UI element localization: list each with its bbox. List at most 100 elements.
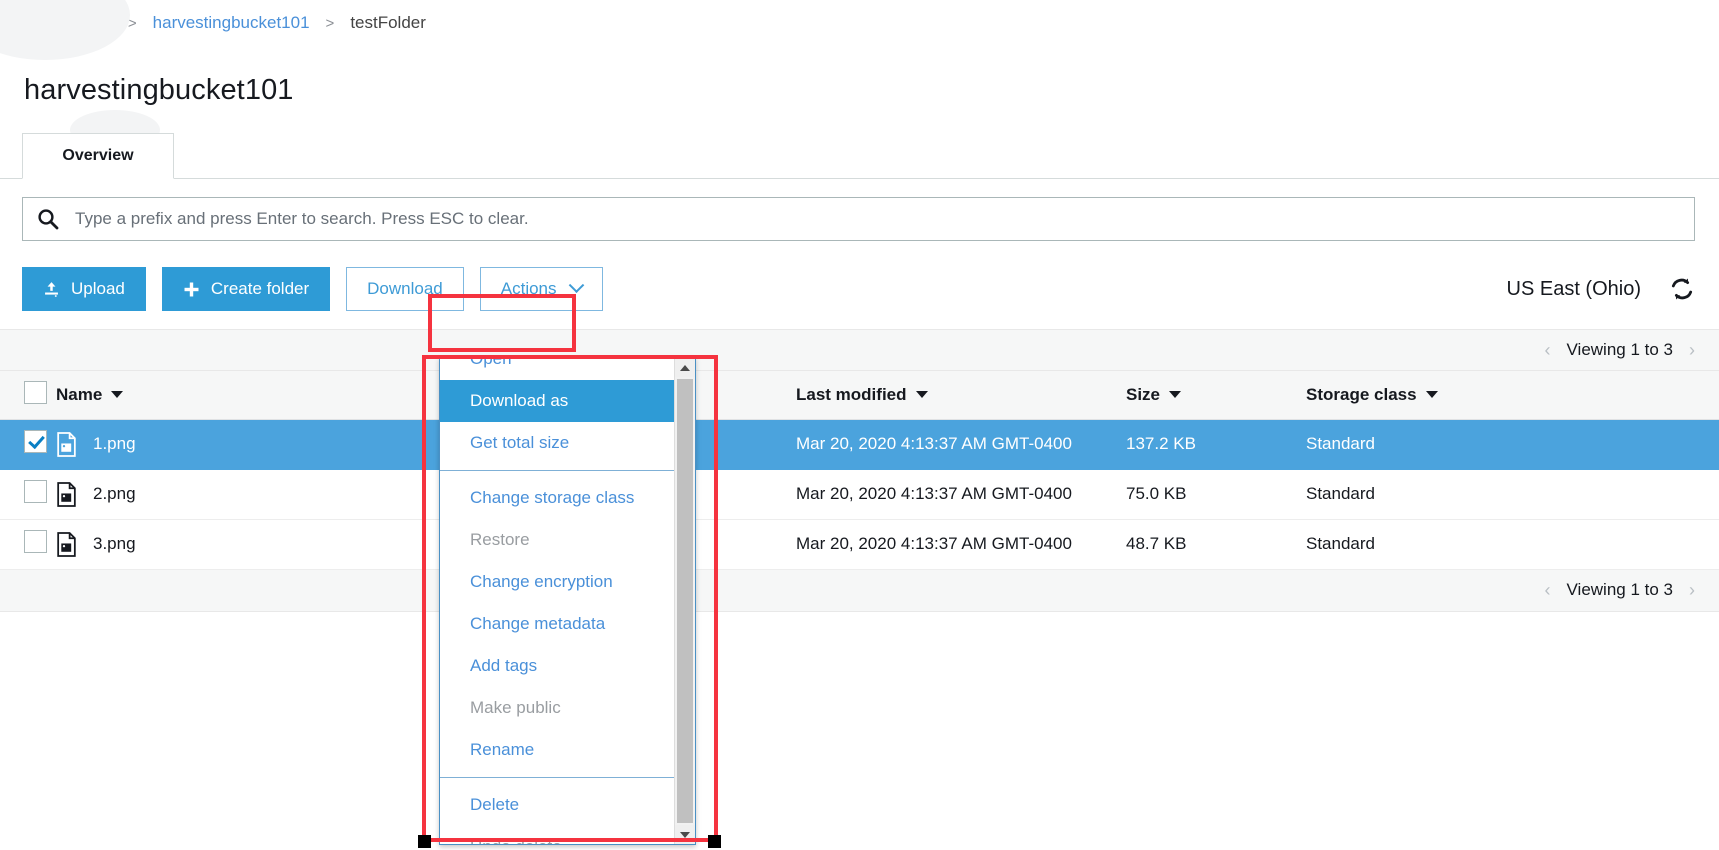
create-folder-button-label: Create folder [210,279,310,298]
actions-menu-item-add-tags[interactable]: Add tags [440,645,674,687]
file-name-label[interactable]: 1.png [93,434,136,454]
file-table: Name Last modified Size Storage class 1.… [0,371,1719,570]
actions-menu-item-delete[interactable]: Delete [440,784,674,826]
file-list-panel: ‹ Viewing 1 to 3 › Name Last modified Si… [0,329,1719,612]
actions-dropdown-menu[interactable]: Open Download as Get total size Change stor… [439,357,696,845]
file-storage-class-cell: Standard [1306,469,1719,520]
breadcrumb-separator: > [127,14,137,32]
selection-handle-bottom-left [418,835,431,848]
selection-handle-bottom-right [708,835,721,848]
table-row[interactable]: 2.png Mar 20, 2020 4:13:37 AM GMT-0400 75.… [0,469,1719,520]
column-header-modified-label: Last modified [796,384,907,404]
scrollbar-thumb[interactable] [677,379,693,823]
column-header-storage-class[interactable]: Storage class [1306,371,1719,420]
upload-button[interactable]: Upload [22,267,146,311]
upload-button-label: Upload [71,279,125,298]
breadcrumb-separator-2: > [325,14,335,32]
row-select-cell [0,469,56,520]
breadcrumb-root[interactable]: Amazon S3 [24,13,112,33]
sort-caret-icon [1425,391,1438,399]
pager-next-bottom[interactable]: › [1689,580,1695,601]
file-modified-cell: Mar 20, 2020 4:13:37 AM GMT-0400 [796,419,1126,470]
actions-menu-item-rename[interactable]: Rename [440,729,674,771]
pager-prev-bottom[interactable]: ‹ [1545,580,1551,601]
table-row[interactable]: 1.png Mar 20, 2020 4:13:37 AM GMT-0400 137… [0,419,1719,470]
file-modified-cell: Mar 20, 2020 4:13:37 AM GMT-0400 [796,469,1126,520]
breadcrumb-bucket[interactable]: harvestingbucket101 [153,13,310,33]
actions-menu-item-restore: Restore [470,530,530,549]
file-storage-class-cell: Standard [1306,419,1719,470]
breadcrumb: Amazon S3 > harvestingbucket101 > testFo… [0,0,1719,36]
scroll-down-arrow-icon[interactable] [675,825,695,844]
download-button-label: Download [367,279,443,298]
actions-menu-item-change-storage-class[interactable]: Change storage class [440,477,674,519]
column-header-size[interactable]: Size [1126,371,1306,420]
pager-next-top[interactable]: › [1689,340,1695,361]
actions-menu-item-undo-delete: Undo delete [440,826,674,844]
image-file-icon [56,481,77,507]
menu-separator [440,777,674,778]
actions-menu-item-get-total-size[interactable]: Get total size [440,422,674,464]
actions-dropdown-scrollport: Open Download as Get total size Change stor… [440,358,674,844]
menu-separator [440,470,674,471]
sort-caret-icon [111,391,124,399]
search-area [0,179,1719,241]
plus-icon [183,281,200,298]
actions-menu-item-download-as[interactable]: Download as [440,380,674,422]
actions-menu-item-change-metadata[interactable]: Change metadata [440,603,674,645]
actions-button[interactable]: Actions [479,267,603,311]
pager-top: ‹ Viewing 1 to 3 › [0,329,1719,371]
image-file-icon [56,531,77,557]
table-header-row: Name Last modified Size Storage class [0,371,1719,420]
file-name-label[interactable]: 3.png [93,534,136,554]
row-checkbox[interactable] [24,480,47,503]
sort-caret-icon [1169,391,1182,399]
select-all-header [0,371,56,420]
chevron-down-icon [568,276,584,293]
refresh-icon[interactable] [1669,276,1695,302]
actions-dropdown-list: Open Download as Get total size Change stor… [440,358,674,844]
image-file-icon [56,431,77,457]
breadcrumb-folder: testFolder [350,13,426,32]
file-size-cell: 48.7 KB [1126,519,1306,570]
row-checkbox[interactable] [24,430,47,453]
table-body: 1.png Mar 20, 2020 4:13:37 AM GMT-0400 137… [0,419,1719,570]
sort-caret-icon [915,391,928,399]
row-select-cell [0,419,56,470]
column-header-modified[interactable]: Last modified [796,371,1126,420]
search-box[interactable] [22,197,1695,241]
actions-dropdown-scrollbar[interactable] [674,358,695,844]
column-header-storage-class-label: Storage class [1306,384,1417,404]
actions-menu-item-change-encryption[interactable]: Change encryption [440,561,674,603]
download-button[interactable]: Download [346,267,464,311]
search-icon [37,208,59,230]
row-select-cell [0,519,56,570]
pager-top-label: Viewing 1 to 3 [1566,340,1673,359]
search-input[interactable] [73,208,1680,230]
row-checkbox[interactable] [24,530,47,553]
pager-bottom-label: Viewing 1 to 3 [1566,580,1673,599]
select-all-checkbox[interactable] [24,380,47,404]
file-modified-cell: Mar 20, 2020 4:13:37 AM GMT-0400 [796,519,1126,570]
column-header-name-label: Name [56,384,103,404]
pager-prev-top[interactable]: ‹ [1545,340,1551,361]
toolbar: Upload Create folder Download Actions US… [0,241,1719,311]
pager-bottom: ‹ Viewing 1 to 3 › [0,569,1719,612]
region-indicator: US East (Ohio) [1507,276,1695,302]
file-name-label[interactable]: 2.png [93,484,136,504]
column-header-size-label: Size [1126,384,1161,404]
tab-overview[interactable]: Overview [22,133,174,179]
page-title: harvestingbucket101 [24,74,294,106]
region-label: US East (Ohio) [1506,277,1641,300]
actions-button-label: Actions [500,279,557,298]
scroll-up-arrow-icon[interactable] [675,358,695,377]
actions-menu-item-make-public: Make public [470,698,561,717]
tab-bar: Overview [0,133,1719,179]
actions-menu-item-open[interactable]: Open [440,358,674,380]
file-storage-class-cell: Standard [1306,519,1719,570]
create-folder-button[interactable]: Create folder [161,267,331,311]
upload-icon [43,281,60,298]
table-row[interactable]: 3.png Mar 20, 2020 4:13:37 AM GMT-0400 48.… [0,519,1719,570]
file-size-cell: 137.2 KB [1126,419,1306,470]
file-size-cell: 75.0 KB [1126,469,1306,520]
